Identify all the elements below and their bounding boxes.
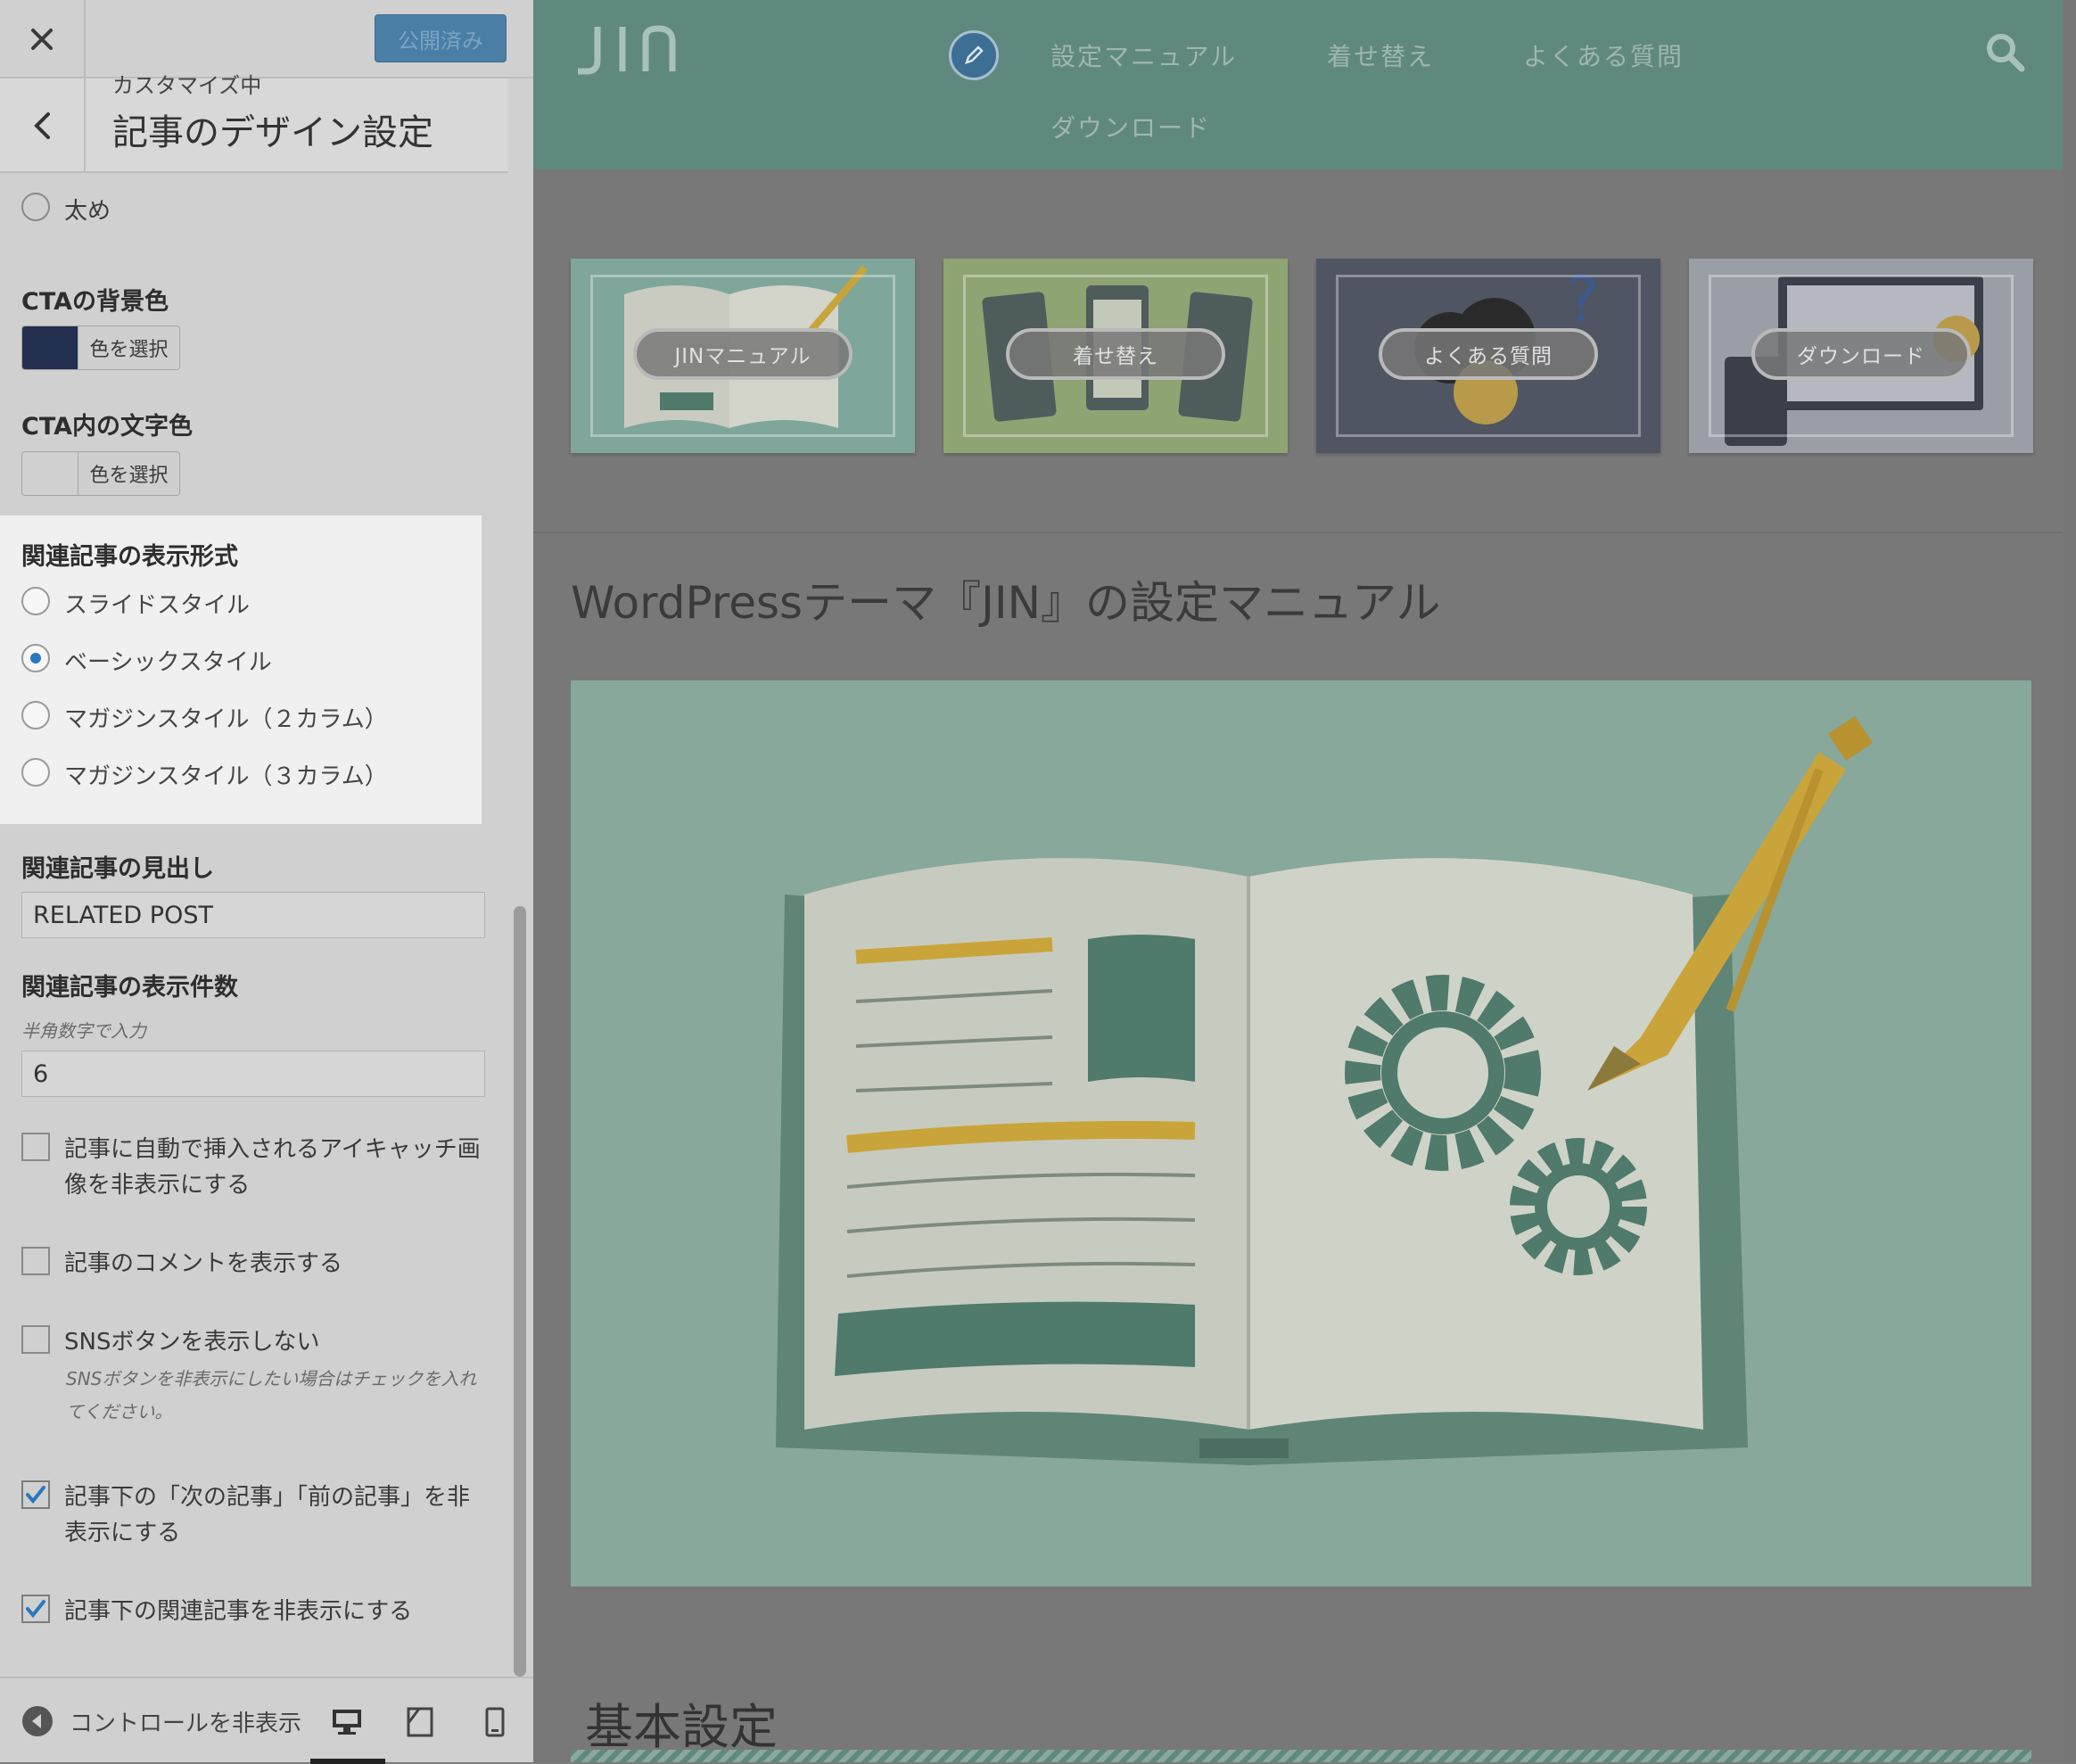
feature-card-manual[interactable]: JINマニュアル <box>571 259 915 453</box>
hide-controls-button[interactable]: コントロールを非表示 <box>21 1678 301 1764</box>
sidebar-topbar: 公開済み <box>0 0 533 78</box>
mobile-preview-button[interactable] <box>473 1700 517 1744</box>
show-comments-label: 記事のコメントを表示する <box>64 1250 343 1277</box>
related-style-label-magazine-2: マガジンスタイル（２カラム） <box>64 706 388 733</box>
mobile-icon <box>485 1707 505 1737</box>
cta-bg-heading: CTAの背景色 <box>21 288 169 316</box>
related-count-input[interactable]: 6 <box>21 1051 485 1097</box>
active-device-indicator <box>310 1759 385 1764</box>
nav-link-download[interactable]: ダウンロード <box>1050 109 1211 144</box>
desktop-icon <box>333 1710 361 1735</box>
post-title: WordPressテーマ『JIN』の設定マニュアル <box>571 577 1441 629</box>
related-style-radio-basic[interactable] <box>21 644 50 672</box>
hide-sns-hint-line2: てください。 <box>66 1401 173 1422</box>
font-weight-bold-radio[interactable] <box>21 193 50 221</box>
feature-card-dressup[interactable]: 着せ替え <box>943 259 1288 453</box>
panel-title: 記事のデザイン設定 <box>112 112 433 153</box>
related-count-label: 関連記事の表示件数 <box>21 974 238 1002</box>
edit-shortcut-button[interactable] <box>949 30 999 80</box>
related-style-radio-magazine-2[interactable] <box>21 701 50 730</box>
hide-eyecatch-label-line1: 記事に自動で挿入されるアイキャッチ画 <box>64 1136 481 1163</box>
hide-prev-next-label-line2: 表示にする <box>64 1520 181 1546</box>
feature-card-faq[interactable]: ? よくある質問 <box>1316 259 1660 453</box>
cta-text-swatch[interactable] <box>21 451 78 496</box>
hero-image <box>571 680 2031 1587</box>
publish-button[interactable]: 公開済み <box>375 14 507 62</box>
section-header: カスタマイズ中 記事のデザイン設定 <box>0 73 508 173</box>
hide-eyecatch-checkbox[interactable] <box>21 1133 50 1161</box>
site-header: 設定マニュアル 着せ替え よくある質問 ダウンロード <box>533 0 2063 169</box>
close-button[interactable] <box>0 0 86 78</box>
tablet-preview-button[interactable] <box>398 1700 442 1744</box>
chevron-left-icon <box>34 112 50 139</box>
feature-card-label: ダウンロード <box>1751 328 1971 380</box>
related-style-label-magazine-3: マガジンスタイル（３カラム） <box>64 763 388 790</box>
cta-bg-select-button[interactable]: 色を選択 <box>78 326 180 370</box>
nav-link-faq[interactable]: よくある質問 <box>1523 37 1684 73</box>
search-icon[interactable] <box>1985 32 2026 73</box>
hide-sns-checkbox[interactable] <box>21 1325 50 1354</box>
related-style-radio-slide[interactable] <box>21 587 50 615</box>
site-logo[interactable] <box>573 18 688 80</box>
book-gear-illustration <box>776 716 1873 1465</box>
hide-sns-label: SNSボタンを表示しない <box>64 1329 320 1356</box>
preview-edge <box>2063 0 2076 1762</box>
sidebar-footer: コントロールを非表示 <box>0 1677 533 1764</box>
collapse-arrow-icon <box>22 1706 53 1736</box>
related-style-heading: 関連記事の表示形式 <box>21 543 238 571</box>
cta-text-heading: CTA内の文字色 <box>21 413 194 441</box>
related-style-group: 関連記事の表示形式 スライドスタイル ベーシックスタイル マガジンスタイル（２カ… <box>0 515 482 824</box>
feature-card-label: よくある質問 <box>1379 328 1598 380</box>
hide-related-label: 記事下の関連記事を非表示にする <box>64 1598 413 1625</box>
back-button[interactable] <box>0 78 86 173</box>
related-heading-label: 関連記事の見出し <box>21 855 214 883</box>
hide-sns-hint-line1: SNSボタンを非表示にしたい場合はチェックを入れ <box>66 1368 477 1389</box>
feature-card-download[interactable]: ダウンロード <box>1689 259 2033 453</box>
show-comments-checkbox[interactable] <box>21 1247 50 1275</box>
related-style-radio-magazine-3[interactable] <box>21 758 50 787</box>
feature-card-label: 着せ替え <box>1006 328 1225 380</box>
hide-eyecatch-label-line2: 像を非表示にする <box>64 1172 251 1199</box>
nav-link-dressup[interactable]: 着せ替え <box>1327 37 1434 73</box>
related-style-label-slide: スライドスタイル <box>64 592 251 619</box>
site-preview: 設定マニュアル 着せ替え よくある質問 ダウンロード JINマニュアル 着せ替え <box>533 0 2076 1762</box>
hide-related-checkbox[interactable] <box>21 1595 50 1623</box>
section-underline <box>571 1750 2031 1762</box>
font-weight-bold-label: 太め <box>64 198 111 225</box>
cta-text-select-button[interactable]: 色を選択 <box>78 451 180 496</box>
related-heading-input[interactable]: RELATED POST <box>21 892 485 938</box>
checkmark-icon <box>26 1486 45 1504</box>
hide-prev-next-checkbox[interactable] <box>21 1480 50 1509</box>
checkmark-icon <box>26 1600 45 1619</box>
cta-bg-swatch[interactable] <box>21 326 78 370</box>
section-heading: 基本設定 <box>585 1699 778 1755</box>
hide-controls-label: コントロールを非表示 <box>70 1710 301 1737</box>
feature-card-label: JINマニュアル <box>633 328 853 380</box>
close-icon <box>31 29 53 50</box>
pencil-icon <box>965 45 984 64</box>
desktop-preview-button[interactable] <box>325 1700 369 1744</box>
nav-link-manual[interactable]: 設定マニュアル <box>1050 37 1237 73</box>
customizer-sidebar: 公開済み カスタマイズ中 記事のデザイン設定 太め CTAの背景色 色を選択 C… <box>0 0 533 1764</box>
related-style-label-basic: ベーシックスタイル <box>64 649 272 676</box>
breadcrumb: カスタマイズ中 <box>112 73 262 98</box>
tablet-icon <box>407 1707 433 1737</box>
related-count-hint: 半角数字で入力 <box>21 1020 146 1042</box>
sidebar-scrollbar[interactable] <box>514 906 526 1677</box>
hide-prev-next-label-line1: 記事下の「次の記事」「前の記事」を非 <box>64 1484 471 1511</box>
divider <box>533 532 2063 533</box>
